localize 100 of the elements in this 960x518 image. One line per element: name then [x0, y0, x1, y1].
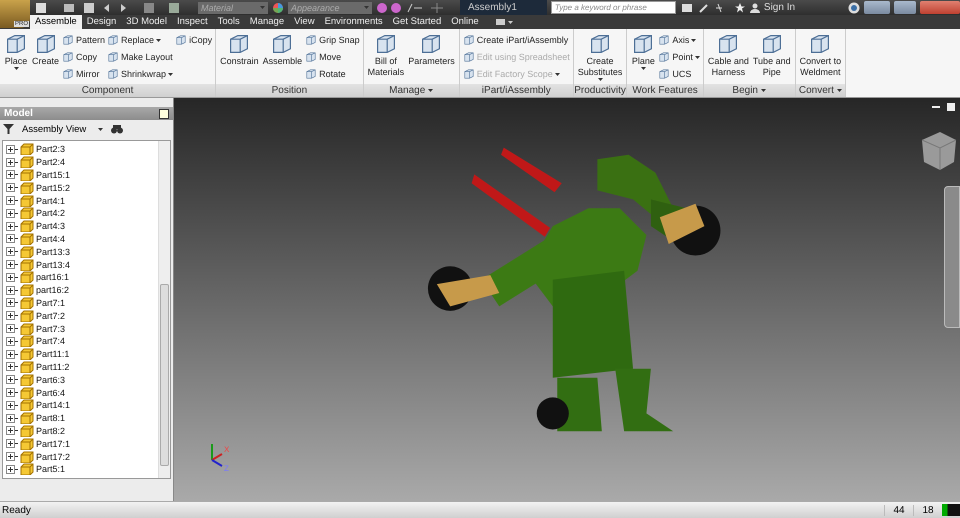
expand-icon[interactable]	[6, 170, 18, 180]
expand-icon[interactable]	[6, 324, 18, 334]
viewport-window-controls[interactable]	[932, 102, 956, 112]
tree-item[interactable]: Part7:2	[3, 309, 158, 322]
ribbon-button[interactable]: Parameters	[407, 32, 456, 84]
expand-icon[interactable]	[6, 260, 18, 270]
ribbon-small-button[interactable]: Point	[658, 50, 700, 64]
expand-icon[interactable]	[6, 426, 18, 436]
expand-icon[interactable]	[6, 196, 18, 206]
expand-icon[interactable]	[6, 388, 18, 398]
tree-item[interactable]: Part6:3	[3, 373, 158, 386]
expand-icon[interactable]	[6, 452, 18, 462]
tree-item[interactable]: Part6:4	[3, 386, 158, 399]
panel-title[interactable]: Convert	[796, 84, 846, 97]
expand-icon[interactable]	[6, 336, 18, 346]
expand-icon[interactable]	[6, 298, 18, 308]
tree-item[interactable]: Part13:4	[3, 258, 158, 271]
tree-item[interactable]: Part7:3	[3, 322, 158, 335]
color-wheel-icon[interactable]	[272, 2, 284, 14]
ribbon-small-button[interactable]: Create iPart/iAssembly	[462, 33, 570, 47]
expand-icon[interactable]	[6, 350, 18, 359]
tree-item[interactable]: Part2:4	[3, 156, 158, 169]
ribbon-tab[interactable]: 3D Model	[121, 15, 172, 29]
tree-item[interactable]: Part2:3	[3, 143, 158, 156]
ribbon-button[interactable]: Assemble	[262, 32, 304, 84]
display-options-icon[interactable]	[494, 17, 514, 27]
ribbon-small-button[interactable]: Axis	[658, 33, 700, 47]
tree-item[interactable]: Part4:3	[3, 220, 158, 233]
ribbon-small-button[interactable]: Grip Snap	[305, 33, 360, 47]
tree-item[interactable]: Part17:2	[3, 450, 158, 463]
sign-in-link[interactable]: Sign In	[764, 2, 796, 13]
tree-item[interactable]: Part14:1	[3, 398, 158, 412]
ribbon-tab[interactable]: View	[289, 15, 320, 29]
ribbon-small-button[interactable]: Copy	[62, 50, 106, 64]
tree-item[interactable]: Part8:2	[3, 424, 158, 438]
expand-icon[interactable]	[6, 362, 18, 372]
ribbon-button[interactable]: Place	[3, 32, 29, 84]
ribbon-small-button[interactable]: Rotate	[305, 67, 360, 81]
ribbon-small-button[interactable]: Replace	[107, 33, 174, 47]
expand-icon[interactable]	[6, 375, 18, 384]
expand-icon[interactable]	[6, 234, 18, 244]
ribbon-tab[interactable]: Get Started	[388, 15, 446, 29]
tree-item[interactable]: Part5:1	[3, 462, 158, 476]
ribbon-button[interactable]: Tube and Pipe	[752, 32, 792, 84]
ribbon-tab[interactable]: Assemble	[30, 15, 82, 29]
ribbon-tab[interactable]: Environments	[320, 15, 388, 29]
tree-item[interactable]: Part4:2	[3, 206, 158, 220]
ribbon-button[interactable]: Convert to Weldment	[798, 32, 842, 84]
filter-icon[interactable]	[3, 124, 14, 134]
expand-icon[interactable]	[6, 414, 18, 423]
ribbon-small-button[interactable]: Move	[305, 50, 360, 64]
panel-title[interactable]: Manage	[364, 84, 459, 97]
view-selector[interactable]: Assembly View	[22, 124, 104, 134]
ribbon-button[interactable]: Create Substitutes	[576, 32, 624, 84]
binoculars-icon[interactable]	[111, 124, 124, 134]
expand-icon[interactable]	[6, 400, 18, 410]
ribbon-button[interactable]: Create	[31, 32, 60, 84]
ribbon-tab[interactable]: Inspect	[172, 15, 213, 29]
expand-icon[interactable]	[6, 311, 18, 320]
tree-item[interactable]: Part4:4	[3, 232, 158, 246]
tree-item[interactable]: Part7:1	[3, 296, 158, 310]
expand-icon[interactable]	[6, 158, 18, 167]
tree-item[interactable]: Part17:1	[3, 437, 158, 450]
tree-item[interactable]: Part11:1	[3, 348, 158, 361]
expand-icon[interactable]	[6, 222, 18, 231]
tree-item[interactable]: Part15:2	[3, 181, 158, 194]
expand-icon[interactable]	[6, 272, 18, 282]
ribbon-tab[interactable]: Online	[446, 15, 484, 29]
expand-icon[interactable]	[6, 208, 18, 218]
ribbon-small-button[interactable]: Pattern	[62, 33, 106, 47]
tree-item[interactable]: part16:2	[3, 284, 158, 297]
expand-icon[interactable]	[6, 464, 18, 474]
tree-item[interactable]: part16:1	[3, 270, 158, 284]
tree-item[interactable]: Part15:1	[3, 168, 158, 182]
help-icon[interactable]	[159, 108, 169, 118]
ribbon-button[interactable]: Constrain	[219, 32, 260, 84]
ribbon-button[interactable]: Plane	[630, 32, 656, 84]
expand-icon[interactable]	[6, 144, 18, 154]
ribbon-small-button[interactable]: Shrinkwrap	[107, 67, 174, 81]
tree-item[interactable]: Part11:2	[3, 360, 158, 374]
tree-item[interactable]: Part13:3	[3, 245, 158, 258]
ribbon-button[interactable]: Cable and Harness	[706, 32, 750, 84]
ribbon-small-button[interactable]: Make Layout	[107, 50, 174, 64]
ribbon-small-button[interactable]: iCopy	[175, 33, 212, 47]
expand-icon[interactable]	[6, 183, 18, 192]
ribbon-tab[interactable]: Tools	[212, 15, 245, 29]
ribbon-button[interactable]: Bill of Materials	[366, 32, 406, 84]
ribbon-small-button[interactable]: UCS	[658, 67, 700, 81]
scroll-bar[interactable]	[158, 141, 170, 478]
expand-icon[interactable]	[6, 247, 18, 256]
help-tools-icons[interactable]	[680, 2, 760, 14]
ribbon-small-button[interactable]: Mirror	[62, 67, 106, 81]
ribbon-tab[interactable]: Manage	[244, 15, 290, 29]
tree-item[interactable]: Part8:1	[3, 412, 158, 425]
tree-item[interactable]: Part7:4	[3, 334, 158, 348]
panel-title[interactable]: Begin	[704, 84, 795, 97]
ribbon-tab[interactable]: Design	[82, 15, 122, 29]
search-field[interactable]: Type a keyword or phrase	[550, 1, 676, 14]
expand-icon[interactable]	[6, 286, 18, 295]
expand-icon[interactable]	[6, 439, 18, 448]
